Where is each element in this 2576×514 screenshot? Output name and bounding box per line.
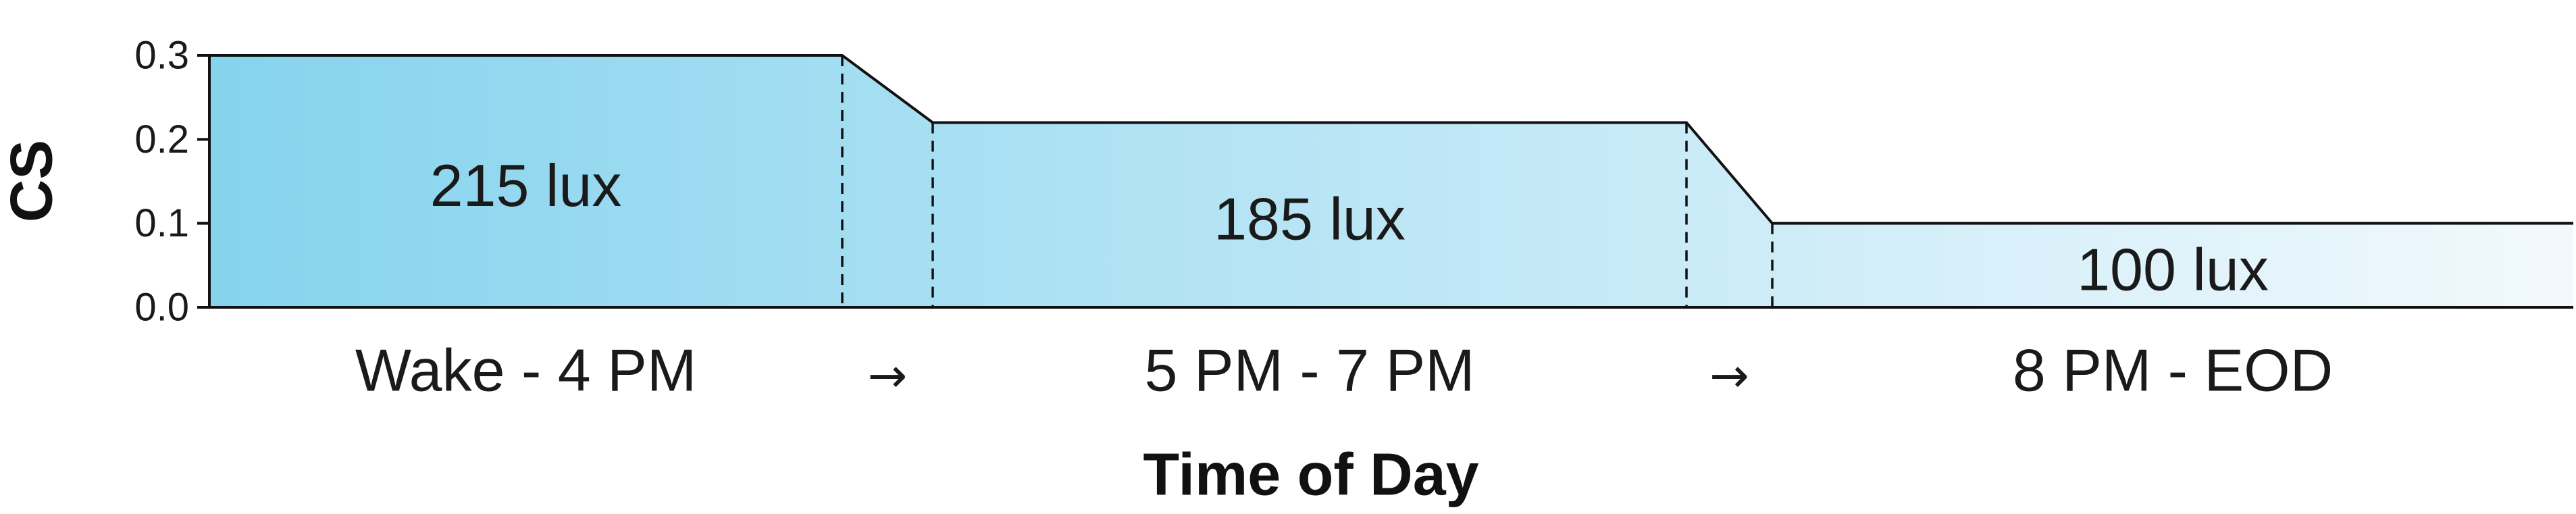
cs-step-chart: 0.0 0.1 0.2 0.3 215 lux Wake - 4 PM 185 lux 5 … [0,34,2573,508]
y-axis-title: CS [0,140,65,222]
x-category-label: Wake - 4 PM [355,337,696,404]
transition-arrow: → [1709,348,1749,403]
x-category-label: 8 PM - EOD [2013,337,2333,404]
y-tick-label: 0.2 [134,118,189,161]
segment-lux-label: 215 lux [430,152,622,219]
transition-arrow: → [868,348,908,403]
x-category-label: 5 PM - 7 PM [1145,337,1475,404]
segment-lux-label: 100 lux [2077,236,2269,303]
y-tick-label: 0.1 [134,201,189,245]
y-tick-label: 0.0 [134,286,189,330]
y-tick-label: 0.3 [134,34,189,78]
segment-lux-label: 185 lux [1214,186,1406,253]
x-axis-title: Time of Day [1143,441,1478,508]
